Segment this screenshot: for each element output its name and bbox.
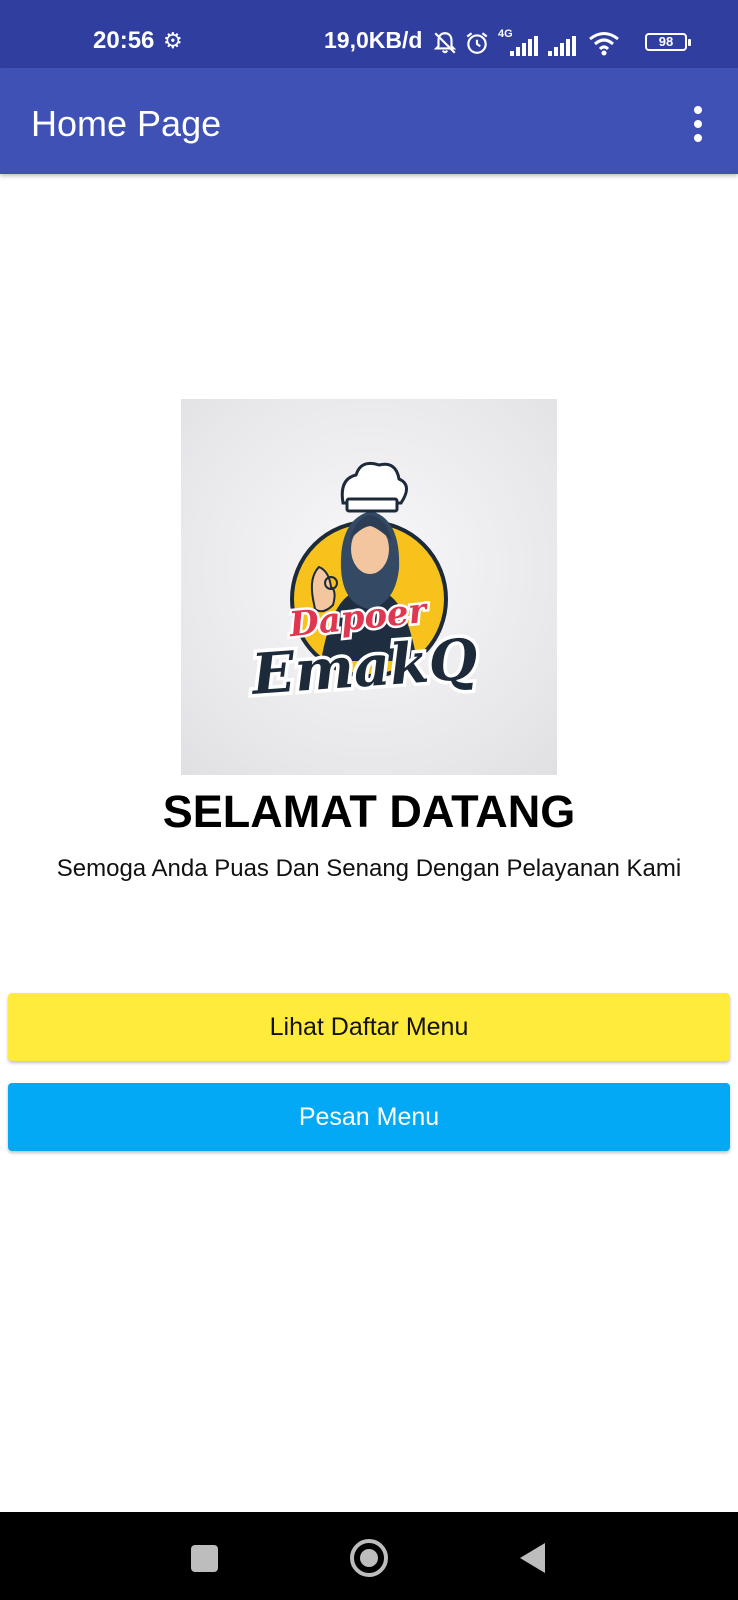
app-bar: Home Page xyxy=(0,68,738,174)
home-icon[interactable] xyxy=(350,1539,388,1577)
recents-icon[interactable] xyxy=(191,1545,218,1572)
page-title: Home Page xyxy=(31,103,222,144)
view-menu-button[interactable]: Lihat Daftar Menu xyxy=(8,993,730,1061)
order-menu-button[interactable]: Pesan Menu xyxy=(8,1083,730,1151)
status-time: 20:56 xyxy=(93,27,155,54)
signal-icon xyxy=(548,36,576,56)
welcome-subtitle: Semoga Anda Puas Dan Senang Dengan Pelay… xyxy=(56,855,682,882)
alarm-icon xyxy=(466,32,488,54)
wifi-icon xyxy=(589,32,619,56)
back-icon[interactable] xyxy=(520,1543,545,1573)
battery-level: 98 xyxy=(658,34,674,49)
4g-signal-icon: 4G xyxy=(496,28,538,56)
status-icons: 4G xyxy=(432,28,620,56)
network-speed: 19,0KB/d xyxy=(324,27,423,53)
gear-icon: ⚙ xyxy=(163,28,183,53)
bell-off-icon xyxy=(433,32,457,54)
status-bar: 20:56 ⚙ 19,0KB/d 4G 98 xyxy=(0,0,738,68)
welcome-title: SELAMAT DATANG xyxy=(162,786,576,837)
battery-icon: 98 xyxy=(645,33,691,51)
navigation-bar xyxy=(0,1512,738,1600)
dapoer-emakq-logo: Dapoer EmakQ xyxy=(181,399,557,775)
logo-line-2: EmakQ xyxy=(248,626,480,708)
more-vert-icon[interactable] xyxy=(678,104,718,144)
